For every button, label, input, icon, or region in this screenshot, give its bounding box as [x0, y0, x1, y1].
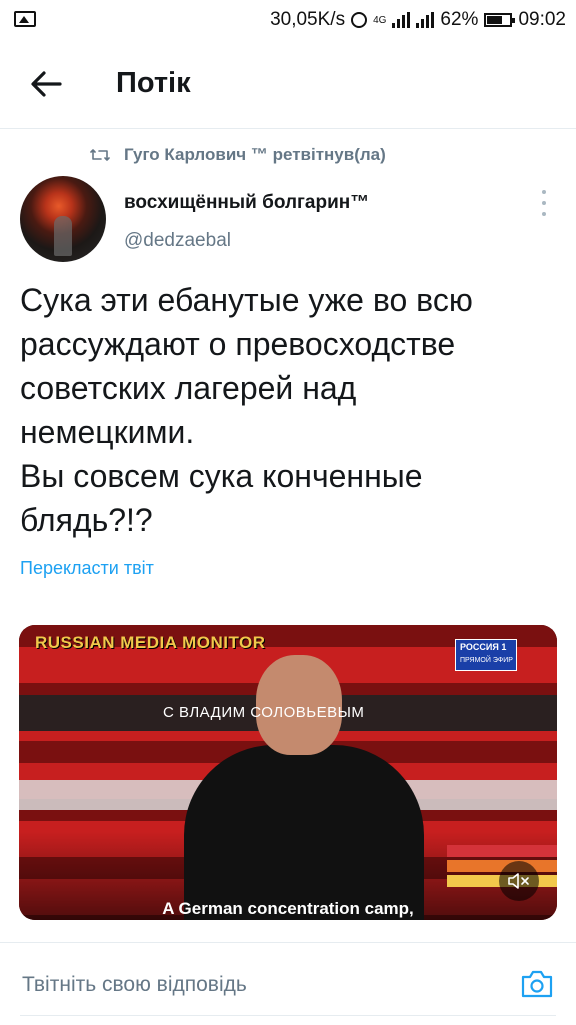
- channel-logo: РОССИЯ 1 ПРЯМОЙ ЭФИР: [455, 639, 517, 671]
- more-vertical-icon: [542, 190, 546, 194]
- video-banner-text: С ВЛАДИМ СОЛОВЬЕВЫМ: [163, 704, 365, 721]
- avatar[interactable]: [20, 176, 106, 262]
- network-type: 4G: [373, 14, 387, 26]
- battery-percent: 62%: [440, 9, 479, 30]
- tweet-text: Сука эти ебанутые уже во всю рассуждают …: [20, 282, 473, 538]
- arrow-left-icon: [31, 71, 62, 97]
- translate-tweet-link[interactable]: Перекласти твіт: [20, 558, 154, 579]
- camera-button[interactable]: [520, 969, 554, 999]
- network-speed: 30,05K/s: [270, 9, 346, 30]
- retweet-text: Гуго Карлович ™ ретвітнув(ла): [124, 145, 386, 164]
- video-brand-watermark: RUSSIAN MEDIA MONITOR: [35, 633, 266, 652]
- signal-icon: [392, 12, 411, 28]
- top-app-bar: Потік: [0, 40, 576, 129]
- reply-underline: [20, 1015, 556, 1016]
- author-handle[interactable]: @dedzaebal: [124, 230, 231, 252]
- clock: 09:02: [518, 9, 566, 30]
- retweet-context[interactable]: Гуго Карлович ™ ретвітнув(ла): [90, 145, 386, 165]
- alarm-icon: [351, 12, 368, 28]
- video-presenter: [184, 655, 424, 920]
- signal-2-icon: [416, 12, 435, 28]
- retweet-icon: [90, 149, 110, 161]
- volume-muted-icon: [508, 873, 529, 889]
- author-display-name[interactable]: восхищённый болгарин™: [124, 192, 369, 214]
- more-options-button[interactable]: [534, 190, 554, 216]
- mute-button[interactable]: [499, 861, 539, 901]
- page-title: Потік: [116, 67, 191, 99]
- channel-logo-subtitle: ПРЯМОЙ ЭФИР: [460, 657, 513, 664]
- status-indicators: 30,05K/s 4G 62% 09:02: [270, 8, 566, 32]
- back-button[interactable]: [26, 66, 66, 102]
- video-caption: A German concentration camp,: [162, 899, 414, 918]
- battery-icon: [484, 13, 516, 27]
- reply-input[interactable]: Твітніть свою відповідь: [22, 973, 247, 997]
- image-notification-icon: [14, 11, 36, 27]
- status-bar: 30,05K/s 4G 62% 09:02: [0, 0, 576, 40]
- channel-logo-title: РОССИЯ 1: [460, 642, 507, 652]
- tweet-video[interactable]: RUSSIAN MEDIA MONITOR С ВЛАДИМ СОЛОВЬЕВЫ…: [19, 625, 557, 920]
- reply-composer: Твітніть свою відповідь: [0, 942, 576, 1025]
- camera-icon: [521, 970, 553, 998]
